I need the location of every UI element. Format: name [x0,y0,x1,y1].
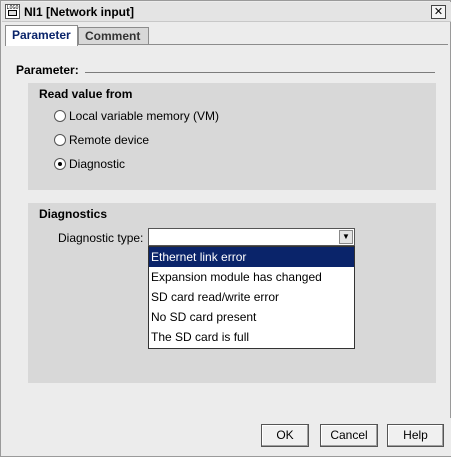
dropdown-arrow-icon[interactable]: ▼ [339,230,353,244]
radio-label-local-vm: Local variable memory (VM) [69,109,220,123]
dialog-window: LOGO NI1 [Network input] ✕ Parameter Com… [0,0,451,457]
parameter-section-label: Parameter: [16,63,79,77]
logo-app-icon: LOGO [5,4,20,19]
dropdown-option-sd-card-rw-error[interactable]: SD card read/write error [149,287,354,307]
read-value-group-title: Read value from [39,87,133,101]
close-icon: ✕ [433,6,444,18]
tab-comment[interactable]: Comment [78,27,149,45]
dropdown-option-ethernet-link-error[interactable]: Ethernet link error [149,247,354,267]
title-bar[interactable]: LOGO NI1 [Network input] ✕ [2,2,451,22]
radio-button-remote-device[interactable] [54,134,66,146]
diagnostic-type-dropdown-list: Ethernet link error Expansion module has… [148,246,355,349]
radio-label-diagnostic: Diagnostic [69,157,126,171]
dropdown-option-sd-card-full[interactable]: The SD card is full [149,327,354,347]
dialog-footer: OK Cancel Help [2,418,451,456]
read-value-group: Read value from Local variable memory (V… [28,83,436,190]
radio-button-local-vm[interactable] [54,110,66,122]
radio-label-remote-device: Remote device [69,133,150,147]
help-button[interactable]: Help [387,424,444,447]
diagnostics-group-title: Diagnostics [39,207,108,221]
close-button[interactable]: ✕ [431,5,446,19]
diagnostics-group: Diagnostics Diagnostic type: ▼ Ethernet … [28,203,436,383]
ok-button[interactable]: OK [261,424,309,447]
radio-button-diagnostic[interactable] [54,158,66,170]
diagnostic-type-label: Diagnostic type: [58,231,144,245]
tab-parameter[interactable]: Parameter [5,25,78,46]
cancel-button[interactable]: Cancel [320,424,378,447]
window-title: NI1 [Network input] [24,5,134,19]
dropdown-option-expansion-module-changed[interactable]: Expansion module has changed [149,267,354,287]
dropdown-option-no-sd-card[interactable]: No SD card present [149,307,354,327]
section-divider [85,72,435,73]
diagnostic-type-combobox[interactable]: ▼ [148,228,355,246]
tab-content-parameter: Parameter: Read value from Local variabl… [5,44,448,416]
